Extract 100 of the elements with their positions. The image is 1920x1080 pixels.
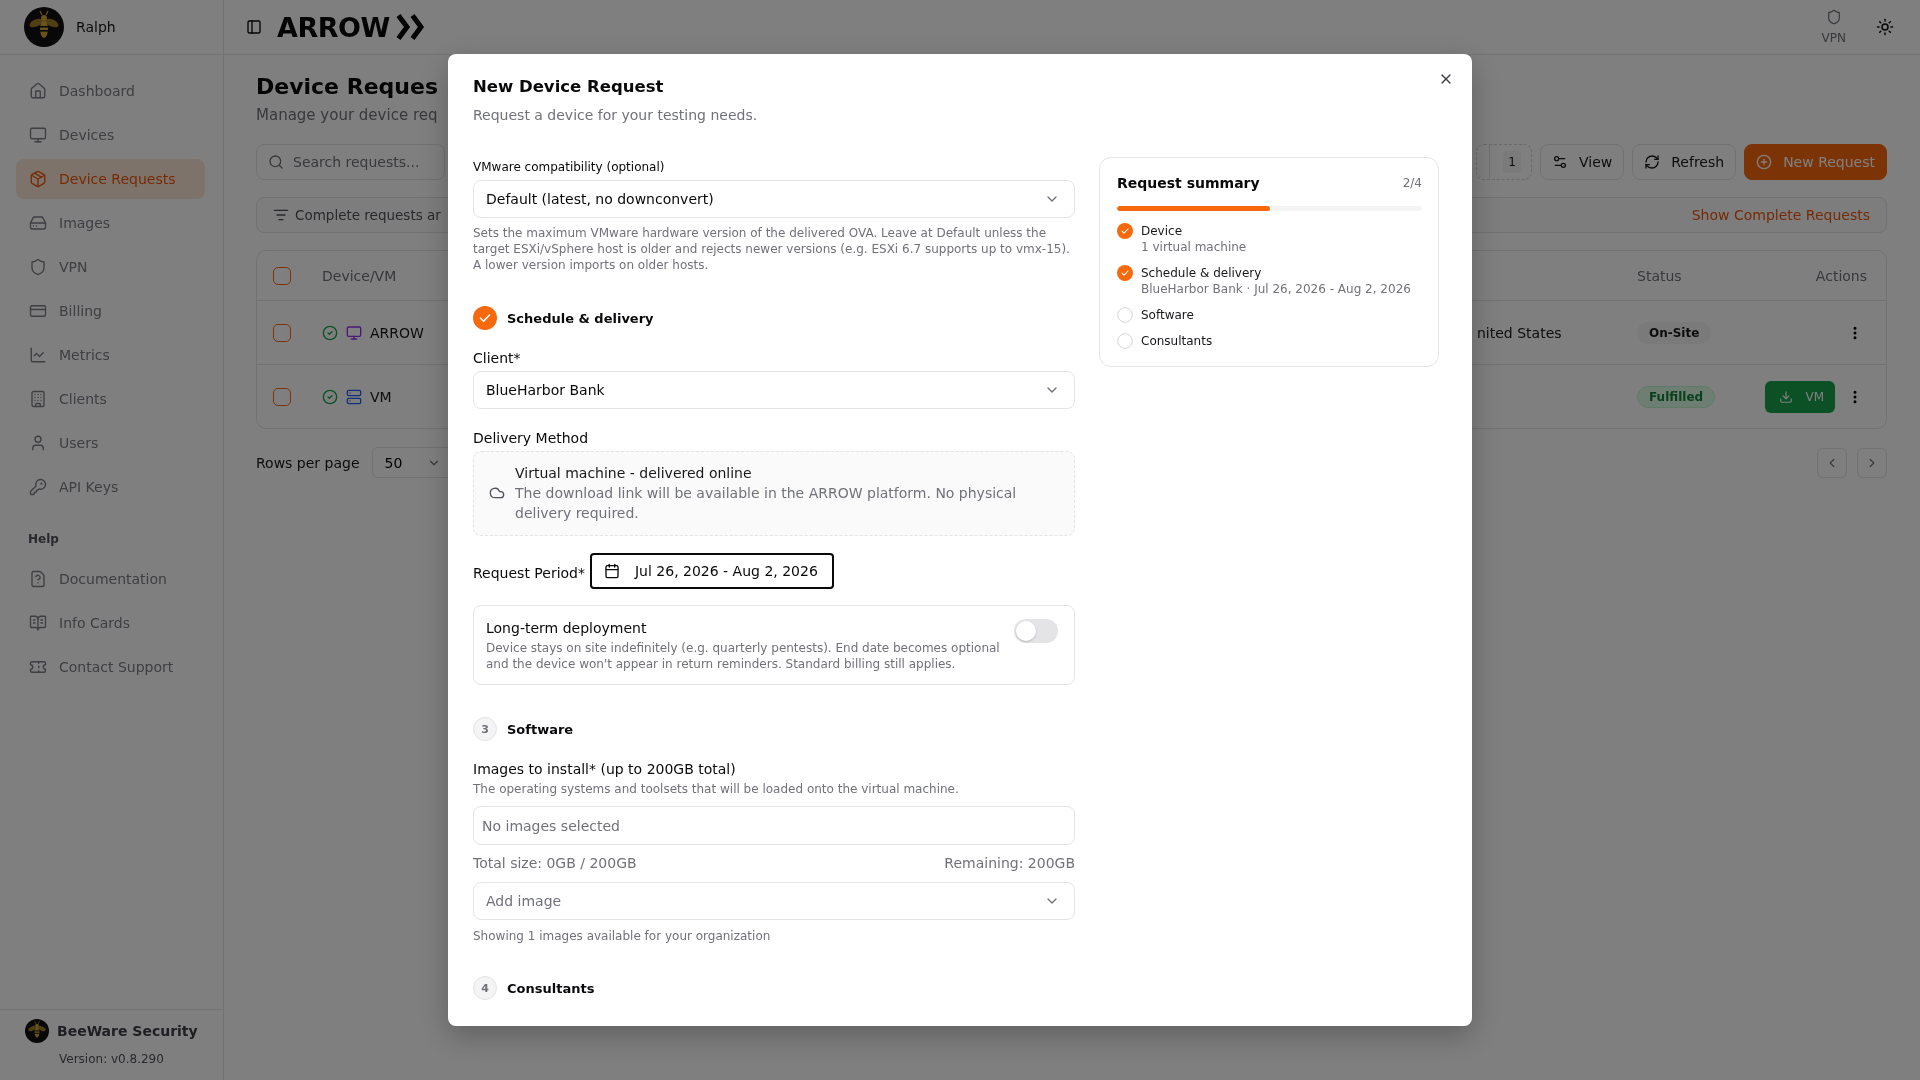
cloud-icon — [489, 485, 505, 501]
show-complete-link[interactable]: Show Complete Requests — [1691, 207, 1870, 223]
delivery-title: Virtual machine - delivered online — [515, 464, 753, 483]
status-badge: Fulfilled — [1637, 385, 1716, 408]
filter-icon — [273, 207, 289, 223]
user-icon — [29, 434, 47, 452]
checkbox[interactable] — [273, 387, 291, 406]
hard-drive-icon — [29, 214, 47, 232]
checkbox[interactable] — [273, 323, 291, 342]
nav-item[interactable]: Devices — [16, 115, 205, 155]
download-icon — [1779, 389, 1794, 404]
checkbox[interactable] — [273, 266, 291, 285]
nav-item[interactable]: Info Cards — [16, 603, 205, 643]
search-field[interactable]: Search requests... — [256, 144, 445, 180]
step-number: 4 — [473, 976, 497, 1000]
summary-item-detail: 1 virtual machine — [1141, 239, 1247, 255]
monitor-icon — [29, 126, 47, 144]
sun-icon[interactable] — [1876, 18, 1894, 36]
user-name: Ralph — [76, 19, 116, 35]
nav-item[interactable]: Images — [16, 203, 205, 243]
ticket-icon — [29, 658, 47, 676]
table-cell: nited States — [1477, 324, 1562, 341]
plus-circle-icon — [1756, 154, 1773, 170]
next-page-button[interactable] — [1857, 447, 1887, 478]
shield-icon — [29, 258, 47, 276]
logo-wordmark: ARROW — [277, 13, 390, 41]
table-cell: ARROW — [370, 324, 424, 341]
server-icon — [346, 388, 362, 405]
building-icon — [29, 390, 47, 408]
summary-item-title: Software — [1141, 307, 1194, 323]
date-range-button[interactable]: Jul 26, 2026 - Aug 2, 2026 — [590, 553, 834, 589]
section-title: Software — [507, 721, 574, 737]
step-number: 3 — [473, 717, 497, 741]
bee-logo-icon — [24, 7, 64, 47]
monitor-icon — [346, 324, 362, 341]
nav-item[interactable]: Metrics — [16, 335, 205, 375]
dialog-title: New Device Request — [473, 76, 665, 98]
panel-left-icon[interactable] — [246, 19, 262, 35]
sliders-icon — [1552, 154, 1569, 170]
box-icon — [29, 170, 47, 188]
shield-icon — [1825, 9, 1842, 25]
column-header: Status — [1637, 267, 1682, 284]
summary-item-title: Device — [1141, 223, 1183, 239]
table-cell: VM — [370, 388, 392, 405]
house-icon — [29, 82, 47, 100]
credit-card-icon — [29, 302, 47, 320]
previous-page-button[interactable] — [1817, 447, 1847, 478]
page-title: Device Reques — [256, 73, 438, 101]
vpn-status-button[interactable]: VPN — [1821, 9, 1846, 45]
key-icon — [29, 478, 47, 496]
open-book-icon — [29, 614, 47, 632]
rows-per-page-label: Rows per page — [256, 454, 360, 471]
check-circle-icon — [322, 388, 338, 405]
nav-item[interactable]: Documentation — [16, 559, 205, 599]
images-field[interactable]: No images selected — [473, 806, 1075, 845]
column-header: Actions — [1815, 267, 1867, 284]
status-badge: On-Site — [1637, 321, 1712, 344]
field-label: Delivery Method — [473, 429, 590, 448]
column-header: Device/VM — [322, 267, 397, 284]
search-icon — [268, 154, 284, 170]
download-button[interactable]: VM — [1765, 380, 1835, 413]
toolbar-button[interactable]: Refresh — [1632, 144, 1737, 180]
version-text: Version: v0.8.290 — [59, 1051, 164, 1067]
nav-item[interactable]: Device Requests — [16, 159, 205, 199]
field-label: Request Period* — [473, 564, 585, 583]
summary-item-detail: BlueHarbor Bank · Jul 26, 2026 - Aug 2, 2026 — [1141, 281, 1411, 297]
toggle-switch[interactable] — [1014, 619, 1058, 643]
help-text: Showing 1 images available for your organization — [473, 928, 772, 944]
line-chart-icon — [29, 346, 47, 364]
toolbar-button[interactable]: New Request — [1744, 144, 1887, 180]
nav-item[interactable]: VPN — [16, 247, 205, 287]
remaining-size-text: Remaining: 200GB — [944, 854, 1075, 873]
summary-title: Request summary — [1117, 175, 1260, 191]
nav-item[interactable]: Users — [16, 423, 205, 463]
nav-item[interactable]: API Keys — [16, 467, 205, 507]
client-select[interactable]: BlueHarbor Bank — [473, 371, 1075, 409]
vmware-select[interactable]: Default (latest, no downconvert) — [473, 180, 1075, 218]
check-circle-icon — [322, 324, 338, 341]
filter-description: Complete requests ar — [295, 207, 441, 223]
section-heading: Help — [28, 531, 59, 547]
toolbar-button[interactable]: View — [1540, 144, 1625, 180]
question-document-icon — [29, 570, 47, 588]
dialog-description: Request a device for your testing needs. — [473, 106, 759, 125]
nav-item[interactable]: Contact Support — [16, 647, 205, 687]
bee-logo-icon — [25, 1019, 49, 1043]
nav-item[interactable]: Billing — [16, 291, 205, 331]
nav-item[interactable]: Clients — [16, 379, 205, 419]
option-description: Device stays on site indefinitely (e.g. quarterly pentests). End date becomes optional and the device won't appear in return reminders. Standard billing still applies. — [486, 640, 1001, 672]
total-size-text: Total size: 0GB / 200GB — [473, 854, 637, 873]
filter-button[interactable]: 1 — [1476, 144, 1533, 180]
help-text: The operating systems and toolsets that will be loaded onto the virtual machine. — [473, 781, 960, 797]
double-chevron-icon — [395, 13, 426, 41]
calendar-icon — [604, 563, 620, 579]
organization-name: BeeWare Security — [57, 1023, 198, 1039]
add-image-select[interactable]: Add image — [473, 882, 1075, 920]
summary-item-title: Consultants — [1141, 333, 1213, 349]
section-title: Schedule & delivery — [507, 310, 654, 326]
field-label: Images to install* (up to 200GB total) — [473, 760, 737, 779]
nav-item[interactable]: Dashboard — [16, 71, 205, 111]
summary-item-title: Schedule & delivery — [1141, 265, 1262, 281]
